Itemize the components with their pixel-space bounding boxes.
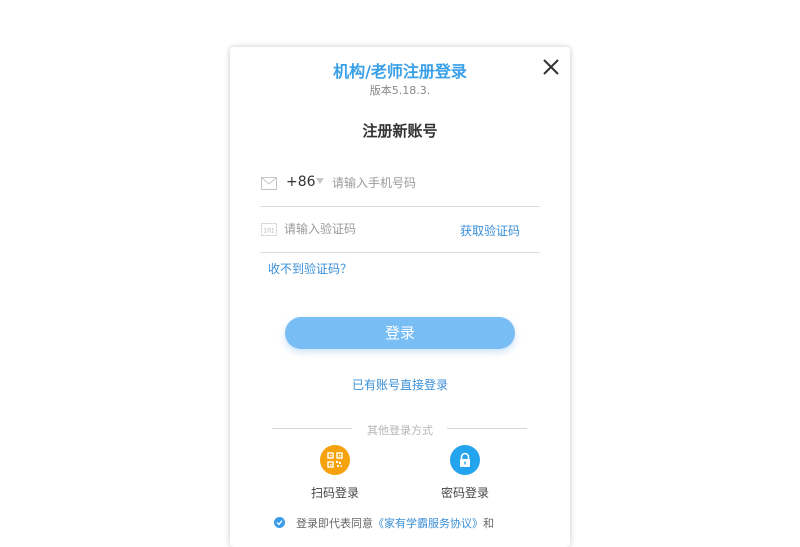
agreement-row: 登录即代表同意《家有学霸服务协议》和 xyxy=(274,515,494,531)
country-code-select[interactable]: +86 xyxy=(286,174,316,190)
login-dialog: 机构/老师注册登录 版本5.18.3. 注册新账号 +86 101 获取验证码 … xyxy=(230,47,570,547)
dialog-title: 机构/老师注册登录 xyxy=(333,62,467,81)
phone-input[interactable] xyxy=(332,175,532,191)
password-login-option[interactable]: 密码登录 xyxy=(425,445,505,501)
lock-icon[interactable] xyxy=(450,445,480,475)
phone-row: +86 xyxy=(260,161,540,207)
agreement-suffix: 和 xyxy=(483,517,494,530)
envelope-icon xyxy=(261,175,277,190)
svg-text:101: 101 xyxy=(263,228,275,235)
no-code-link[interactable]: 收不到验证码？ xyxy=(268,260,352,277)
get-code-button[interactable]: 获取验证码 xyxy=(460,222,520,239)
qr-login-option[interactable]: 扫码登录 xyxy=(295,445,375,501)
qr-login-label: 扫码登录 xyxy=(310,486,359,500)
register-heading: 注册新账号 xyxy=(362,122,438,140)
chevron-down-icon[interactable] xyxy=(316,178,324,184)
version-label: 版本5.18.3. xyxy=(369,84,431,97)
verification-code-icon: 101 xyxy=(261,221,277,236)
service-agreement-link[interactable]: 《家有学霸服务协议》 xyxy=(373,517,483,530)
login-button[interactable]: 登录 xyxy=(285,317,515,349)
qr-code-icon[interactable] xyxy=(320,445,350,475)
divider-right xyxy=(447,428,527,429)
close-icon[interactable] xyxy=(541,57,561,77)
existing-account-link[interactable]: 已有账号直接登录 xyxy=(230,376,570,393)
other-methods-label: 其他登录方式 xyxy=(367,424,433,437)
agreement-checkbox[interactable] xyxy=(274,517,285,528)
password-login-label: 密码登录 xyxy=(440,486,489,500)
code-row: 101 获取验证码 xyxy=(260,207,540,253)
agreement-prefix: 登录即代表同意 xyxy=(296,517,373,530)
code-input[interactable] xyxy=(284,221,434,237)
